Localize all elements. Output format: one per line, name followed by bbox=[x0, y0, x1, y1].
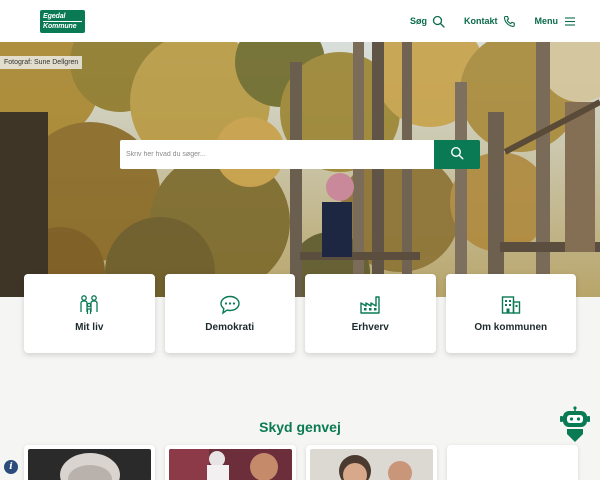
hero-banner: Fotograf: Sune Dellgren bbox=[0, 42, 600, 297]
hero-search bbox=[120, 140, 480, 169]
main-nav: Søg Kontakt Menu bbox=[410, 15, 576, 28]
search-icon bbox=[432, 15, 445, 28]
shortcut-image bbox=[451, 449, 574, 480]
chatbot-icon[interactable] bbox=[560, 406, 590, 444]
card-label: Demokrati bbox=[205, 322, 255, 333]
shortcut-tile[interactable] bbox=[165, 445, 296, 480]
search-input[interactable] bbox=[120, 140, 434, 169]
page: Egedal Kommune Søg Kontakt Menu Fotograf… bbox=[0, 0, 600, 480]
search-submit-button[interactable] bbox=[434, 140, 480, 169]
nav-menu-label: Menu bbox=[534, 16, 559, 26]
nav-search-label: Søg bbox=[410, 16, 427, 26]
card-demokrati[interactable]: Demokrati bbox=[164, 274, 295, 353]
category-cards: Mit liv Demokrati Erhverv Om kommunen bbox=[24, 274, 576, 354]
card-om-kommunen[interactable]: Om kommunen bbox=[445, 274, 576, 353]
nav-search[interactable]: Søg bbox=[410, 15, 445, 28]
family-icon bbox=[78, 294, 100, 316]
hamburger-icon bbox=[563, 15, 576, 28]
nav-menu[interactable]: Menu bbox=[535, 15, 577, 28]
shortcut-tile[interactable] bbox=[306, 445, 437, 480]
shortcut-image bbox=[310, 449, 433, 480]
photo-credit: Fotograf: Sune Dellgren bbox=[0, 56, 83, 69]
speech-bubble-icon bbox=[219, 294, 241, 316]
shortcut-image bbox=[28, 449, 151, 480]
building-icon bbox=[500, 294, 522, 316]
factory-icon bbox=[359, 294, 381, 316]
shortcut-tile[interactable] bbox=[24, 445, 155, 480]
card-label: Mit liv bbox=[75, 322, 104, 333]
shortcut-tiles bbox=[24, 445, 578, 480]
site-header: Egedal Kommune Søg Kontakt Menu bbox=[0, 0, 600, 42]
info-icon[interactable]: i bbox=[4, 460, 18, 474]
logo-line-1: Egedal bbox=[43, 12, 66, 20]
card-label: Erhverv bbox=[351, 322, 389, 333]
shortcuts-title: Skyd genvej bbox=[259, 419, 341, 435]
hero-photo bbox=[0, 42, 600, 297]
egedal-logo[interactable]: Egedal Kommune bbox=[40, 9, 85, 33]
search-icon bbox=[450, 146, 464, 163]
card-label: Om kommunen bbox=[474, 322, 548, 333]
card-mit-liv[interactable]: Mit liv bbox=[24, 274, 155, 353]
logo-line-2: Kommune bbox=[43, 20, 82, 30]
nav-contact[interactable]: Kontakt bbox=[464, 15, 516, 28]
phone-icon bbox=[503, 15, 516, 28]
shortcut-image bbox=[169, 449, 292, 480]
card-erhverv[interactable]: Erhverv bbox=[305, 274, 436, 353]
nav-contact-label: Kontakt bbox=[464, 16, 498, 26]
shortcut-tile[interactable] bbox=[447, 445, 578, 480]
